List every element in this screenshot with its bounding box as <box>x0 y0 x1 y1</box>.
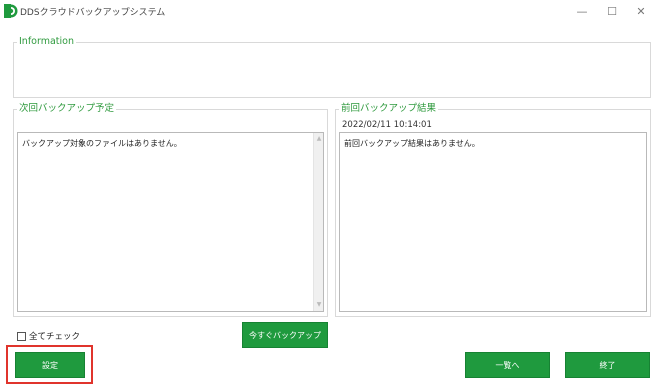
next-backup-label: 次回バックアップ予定 <box>17 103 117 115</box>
next-backup-scrollbar[interactable]: ▲ ▼ <box>313 133 323 311</box>
maximize-button[interactable]: ☐ <box>597 0 627 22</box>
minimize-button[interactable]: — <box>567 0 597 22</box>
check-all-label: 全てチェック <box>29 332 81 342</box>
exit-button[interactable]: 終了 <box>565 352 650 378</box>
list-button[interactable]: 一覧へ <box>465 352 550 378</box>
previous-backup-date: 2022/02/11 10:14:01 <box>342 120 432 130</box>
next-backup-panel: 次回バックアップ予定 バックアップ対象のファイルはありません。 ▲ ▼ <box>13 103 328 317</box>
app-logo-icon <box>4 4 18 18</box>
previous-backup-panel: 前回バックアップ結果 2022/02/11 10:14:01 前回バックアップ結… <box>335 103 651 317</box>
previous-backup-label: 前回バックアップ結果 <box>339 103 439 115</box>
window-title: DDSクラウドバックアップシステム <box>20 8 166 18</box>
previous-backup-content: 前回バックアップ結果はありません。 <box>344 139 480 148</box>
check-all[interactable]: 全てチェック <box>17 330 80 342</box>
next-backup-content: バックアップ対象のファイルはありません。 <box>22 139 182 148</box>
backup-now-button[interactable]: 今すぐバックアップ <box>242 322 328 348</box>
scroll-up-icon[interactable]: ▲ <box>315 135 323 143</box>
check-all-checkbox[interactable] <box>17 331 26 341</box>
information-panel: Information <box>13 36 651 98</box>
close-button[interactable]: ✕ <box>626 0 655 22</box>
scroll-down-icon[interactable]: ▼ <box>315 301 323 309</box>
next-backup-textbox[interactable]: バックアップ対象のファイルはありません。 ▲ ▼ <box>17 132 324 312</box>
information-label: Information <box>17 36 76 48</box>
settings-button[interactable]: 設定 <box>15 352 85 378</box>
title-bar: DDSクラウドバックアップシステム — ☐ ✕ <box>0 0 655 22</box>
previous-backup-textbox[interactable]: 前回バックアップ結果はありません。 <box>339 132 647 312</box>
